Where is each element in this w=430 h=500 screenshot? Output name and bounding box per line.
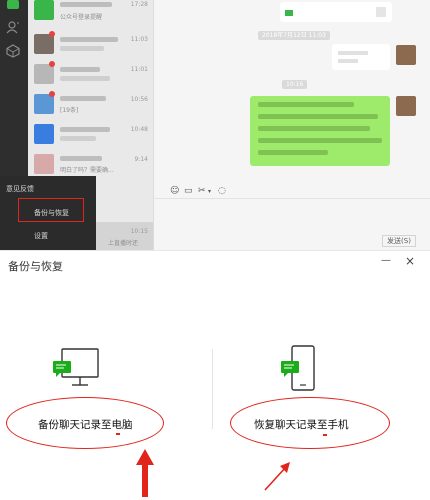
conversation-time: 9:14 — [134, 156, 148, 163]
blurred-preview — [60, 136, 96, 141]
menu-item-settings[interactable]: 设置 — [34, 231, 48, 241]
send-button[interactable]: 发送(S) — [382, 235, 416, 247]
collections-icon[interactable] — [6, 44, 20, 58]
blurred-text — [258, 138, 382, 143]
backup-restore-dialog: 备份与恢复 — × 备份聊天记录至电脑 恢复聊天记录至手机 — [0, 250, 430, 500]
dialog-title: 备份与恢复 — [8, 260, 63, 273]
folder-icon[interactable]: ▭ — [184, 186, 193, 196]
chat-bubble-icon[interactable]: ◌ — [218, 186, 226, 196]
conversation-time: 10:56 — [130, 96, 148, 103]
contacts-icon[interactable] — [6, 20, 20, 34]
message-timestamp: 10:16 — [282, 80, 308, 89]
blurred-name — [60, 127, 110, 132]
chat-panel: 2018年7月12日 11:03 10:16 ☺ ▭ ✂ ▾ ◌ 发送(S) — [154, 0, 430, 250]
avatar — [34, 124, 54, 144]
unread-badge — [49, 61, 55, 67]
conversation-item[interactable]: 11:01 — [28, 60, 153, 90]
conversation-item[interactable]: 10:48 — [28, 120, 153, 150]
computer-icon — [53, 348, 99, 386]
emoji-icon[interactable]: ☺ — [170, 186, 179, 196]
conversation-preview: [19条] — [60, 107, 79, 114]
avatar — [34, 34, 54, 54]
blurred-text — [338, 59, 358, 63]
blurred-preview — [60, 76, 110, 81]
conversation-item[interactable]: [19条] 10:56 — [28, 90, 153, 120]
avatar — [34, 94, 54, 114]
conversation-item[interactable]: 17:28 公众号登录提醒 — [28, 0, 153, 30]
annotation-oval-right — [230, 397, 390, 449]
message-input[interactable]: 发送(S) — [154, 198, 430, 250]
unread-badge — [49, 31, 55, 37]
annotation-arrow-up — [136, 449, 154, 497]
conversation-time: 11:03 — [130, 36, 148, 43]
phone-icon — [281, 345, 315, 391]
avatar — [34, 0, 54, 20]
wechat-main-window: 17:28 公众号登录提醒 11:03 11:01 [19条] 10:56 10… — [0, 0, 430, 250]
annotation-arrow-diagonal — [264, 462, 290, 491]
conversation-item[interactable]: 11:03 — [28, 30, 153, 60]
conversation-preview: 公众号登录提醒 — [60, 14, 103, 21]
annotation-highlight-box — [18, 198, 84, 222]
scissors-icon[interactable]: ✂ — [198, 186, 206, 196]
blurred-name — [60, 2, 112, 7]
avatar — [34, 64, 54, 84]
menu-item-feedback[interactable]: 意见反馈 — [6, 184, 34, 194]
blurred-text — [258, 102, 354, 107]
unread-badge — [49, 91, 55, 97]
message-bubble[interactable] — [280, 2, 392, 22]
blurred-name — [60, 67, 100, 72]
blurred-text — [338, 51, 368, 55]
close-button[interactable]: × — [404, 255, 416, 267]
file-thumbnail — [376, 7, 386, 17]
avatar — [396, 45, 416, 65]
blurred-name — [60, 96, 106, 101]
conversation-preview: 明白了吗？需要确... — [60, 167, 114, 174]
blurred-name — [60, 156, 102, 161]
vertical-divider — [212, 349, 213, 429]
avatar — [396, 96, 416, 116]
conversation-time: 10:15 — [130, 228, 148, 235]
screenshot-root: 17:28 公众号登录提醒 11:03 11:01 [19条] 10:56 10… — [0, 0, 430, 500]
dropdown-icon[interactable]: ▾ — [208, 188, 211, 195]
conversation-time: 17:28 — [130, 1, 148, 8]
conversation-preview: 上直播时还 — [108, 240, 139, 247]
blurred-preview — [60, 46, 104, 51]
blurred-name — [60, 37, 118, 42]
minimize-button[interactable]: — — [380, 255, 392, 267]
blurred-text — [258, 114, 378, 119]
blurred-text — [258, 126, 370, 131]
file-icon — [285, 10, 293, 16]
input-toolbar: ☺ ▭ ✂ ▾ ◌ — [154, 186, 430, 198]
conversation-time: 11:01 — [130, 66, 148, 73]
chat-icon[interactable] — [6, 0, 20, 14]
conversation-time: 10:48 — [130, 126, 148, 133]
message-bubble[interactable] — [332, 44, 390, 70]
message-timestamp: 2018年7月12日 11:03 — [258, 31, 330, 40]
blurred-text — [258, 150, 328, 155]
annotation-oval-left — [6, 397, 164, 449]
message-bubble-outgoing[interactable] — [250, 96, 390, 166]
avatar — [34, 154, 54, 174]
